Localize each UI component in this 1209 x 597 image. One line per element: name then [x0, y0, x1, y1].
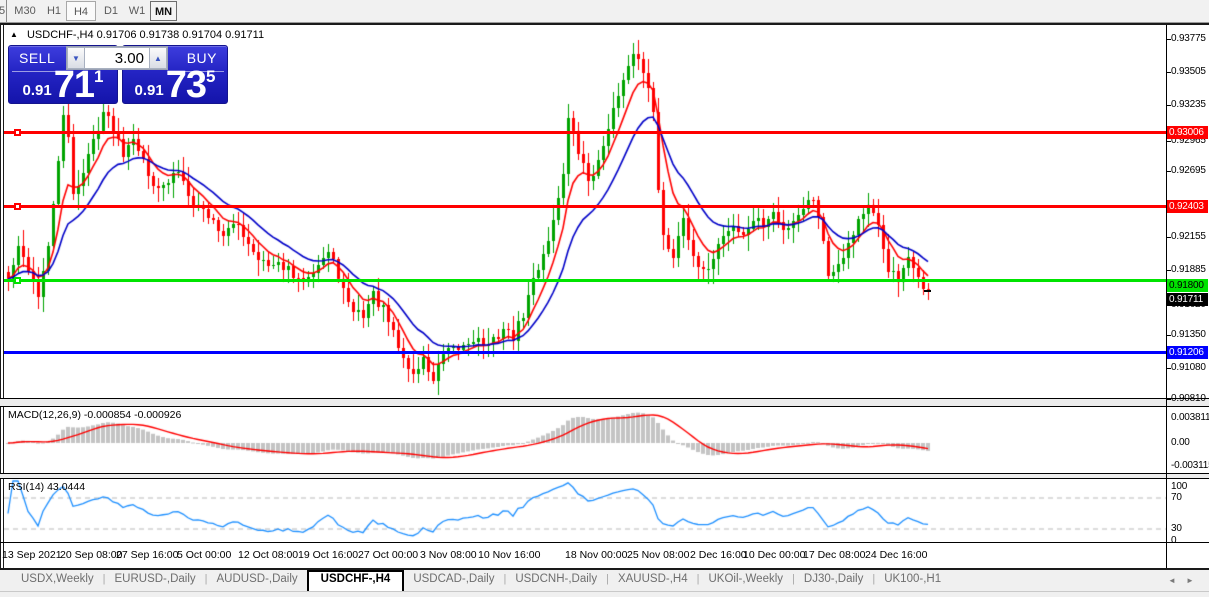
buy-price-pip: 5 [206, 67, 215, 87]
date-axis-label: 12 Oct 08:00 [238, 549, 298, 561]
price-axis-tick-label: 0.91080 [1171, 362, 1209, 373]
chart-tab-audusd-[interactable]: AUDUSD-,Daily [208, 570, 307, 591]
volume-spinner: ▼ 3.00 ▲ [66, 46, 168, 70]
rsi-indicator-canvas[interactable] [4, 479, 1166, 542]
chart-tab-usdx[interactable]: USDX,Weekly [12, 570, 103, 591]
rsi-label: RSI(14) 43.0444 [8, 481, 85, 493]
sell-price-pip: 1 [94, 67, 103, 87]
price-axis-tick-label: 0.91350 [1171, 329, 1209, 340]
panel-splitter[interactable] [0, 399, 1209, 406]
price-axis-tick-label: 0.90810 [1171, 393, 1209, 404]
window-top-border [0, 23, 1209, 25]
timeframe-button-w1[interactable]: W1 [126, 1, 148, 21]
macd-axis-label: 0.003811 [1171, 412, 1209, 423]
timeframe-toolbar: 5 M30 H1H4D1W1MN [0, 0, 1209, 23]
line-anchor-handle[interactable] [14, 203, 21, 210]
timeframe-button-h1[interactable]: H1 [44, 1, 64, 21]
sell-price-big: 71 [54, 69, 94, 102]
date-axis-label: 10 Nov 16:00 [478, 549, 540, 561]
sell-price-prefix: 0.91 [23, 82, 52, 99]
tab-scroll-right-icon[interactable]: ► [1186, 576, 1194, 585]
chart-tab-xauusd-[interactable]: XAUUSD-,H4 [609, 570, 697, 591]
horizontal-line-object[interactable] [4, 131, 1166, 134]
macd-axis-label: 0.00 [1171, 437, 1209, 448]
toolbar-separator [6, 0, 7, 23]
chart-tab-eurusd-[interactable]: EURUSD-,Daily [106, 570, 205, 591]
macd-axis-label: -0.003115 [1171, 460, 1209, 471]
timeframe-button-5[interactable]: 5 [0, 1, 6, 21]
date-axis-label: 25 Nov 08:00 [627, 549, 689, 561]
chart-symbol-period: USDCHF-,H4 [27, 29, 94, 41]
timeframe-button-d1[interactable]: D1 [100, 1, 122, 21]
volume-increase-button[interactable]: ▲ [149, 47, 167, 69]
sell-label[interactable]: SELL [19, 50, 55, 66]
line-anchor-handle[interactable] [14, 277, 21, 284]
rsi-axis-label: 70 [1171, 492, 1209, 503]
date-axis-label: 24 Dec 16:00 [865, 549, 927, 561]
chart-tab-usdcad-[interactable]: USDCAD-,Daily [404, 570, 503, 591]
price-axis-badge: 0.91206 [1167, 346, 1208, 359]
timeframe-button-m30[interactable]: M30 [12, 1, 38, 21]
price-axis-tick-label: 0.93235 [1171, 99, 1209, 110]
date-axis-label: 13 Sep 2021 [2, 549, 62, 561]
price-axis-tick-label: 0.92695 [1171, 165, 1209, 176]
status-bar [0, 591, 1209, 597]
date-axis-label: 18 Nov 00:00 [565, 549, 627, 561]
buy-price-big: 73 [166, 69, 206, 102]
price-axis-tick-label: 0.93505 [1171, 66, 1209, 77]
volume-input[interactable]: 3.00 [85, 47, 149, 69]
tab-scroll-left-icon[interactable]: ◄ [1168, 576, 1176, 585]
date-axis-label: 27 Oct 00:00 [358, 549, 418, 561]
price-axis-tick-label: 0.93775 [1171, 33, 1209, 44]
date-axis-label: 17 Dec 08:00 [803, 549, 865, 561]
window-left-border [0, 23, 1, 570]
chart-tab-usdchf-[interactable]: USDCHF-,H4 [307, 570, 405, 591]
one-click-trade-panel: SELL 0.91 71 1 BUY 0.91 73 5 ▼ 3.00 ▲ [8, 45, 228, 104]
horizontal-line-object[interactable] [4, 351, 1166, 354]
price-axis-badge: 0.92403 [1167, 200, 1208, 213]
date-axis-label: 5 Oct 00:00 [177, 549, 231, 561]
price-axis-badge: 0.91800 [1167, 279, 1208, 292]
macd-panel-top-border [0, 406, 1209, 407]
date-axis-label: 20 Sep 08:00 [60, 549, 122, 561]
horizontal-line-object[interactable] [4, 205, 1166, 208]
date-axis-label: 2 Dec 16:00 [690, 549, 747, 561]
chart-tab-usdcnh-[interactable]: USDCNH-,Daily [506, 570, 606, 591]
rsi-axis-label: 0 [1171, 535, 1209, 546]
date-axis-label: 19 Oct 16:00 [298, 549, 358, 561]
timeframe-button-h4[interactable]: H4 [66, 1, 96, 21]
buy-price: 0.91 73 5 [123, 69, 227, 102]
horizontal-line-object[interactable] [4, 279, 1166, 282]
chart-title: ▲ USDCHF-,H4 0.91706 0.91738 0.91704 0.9… [10, 29, 264, 41]
sell-price: 0.91 71 1 [9, 69, 117, 102]
price-axis-tick-label: 0.91885 [1171, 264, 1209, 275]
price-axis-badge: 0.93006 [1167, 126, 1208, 139]
chart-tab-dj30-[interactable]: DJ30-,Daily [795, 570, 872, 591]
date-axis-label: 10 Dec 00:00 [743, 549, 805, 561]
rsi-axis-label: 100 [1171, 481, 1209, 492]
rsi-axis-label: 30 [1171, 523, 1209, 534]
macd-label: MACD(12,26,9) -0.000854 -0.000926 [8, 409, 181, 421]
mt4-window: 5 M30 H1H4D1W1MN ▲ USDCHF-,H4 0.91706 0.91… [0, 0, 1209, 597]
collapse-trade-panel-icon[interactable]: ▲ [10, 30, 18, 39]
date-axis-label: 3 Nov 08:00 [420, 549, 477, 561]
chart-tab-bar: USDX,Weekly|EURUSD-,Daily|AUDUSD-,DailyU… [0, 570, 1209, 591]
buy-price-prefix: 0.91 [135, 82, 164, 99]
rsi-panel-top-border [0, 478, 1209, 479]
price-axis-tick-label: 0.92155 [1171, 231, 1209, 242]
date-axis-label: 27 Sep 16:00 [116, 549, 178, 561]
chart-tab-uk100-[interactable]: UK100-,H1 [875, 570, 950, 591]
last-price-tick [924, 290, 931, 292]
chart-tab-ukoil-[interactable]: UKOil-,Weekly [699, 570, 792, 591]
timeframe-button-mn[interactable]: MN [150, 1, 177, 21]
volume-decrease-button[interactable]: ▼ [67, 47, 85, 69]
rsi-panel-bottom-border [0, 542, 1209, 543]
line-anchor-handle[interactable] [14, 129, 21, 136]
price-axis-badge: 0.91711 [1167, 293, 1208, 306]
chart-ohlc-quotes: 0.91706 0.91738 0.91704 0.91711 [97, 29, 264, 41]
